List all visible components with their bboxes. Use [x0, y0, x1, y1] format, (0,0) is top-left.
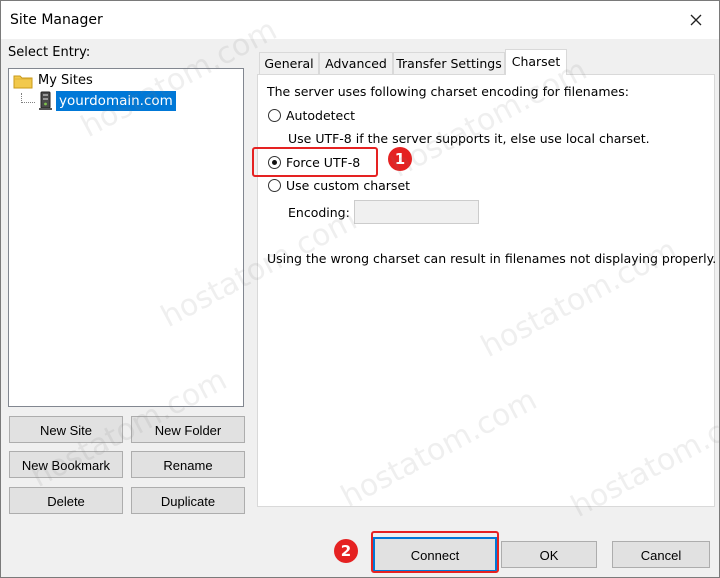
- select-entry-label: Select Entry:: [8, 45, 91, 60]
- charset-warning-text: Using the wrong charset can result in fi…: [267, 251, 717, 266]
- encoding-label: Encoding:: [288, 205, 350, 220]
- title-bar: Site Manager: [1, 1, 719, 39]
- tree-connector: [21, 102, 35, 103]
- tab-general[interactable]: General: [259, 52, 319, 74]
- tab-advanced[interactable]: Advanced: [319, 52, 393, 74]
- new-bookmark-button[interactable]: New Bookmark: [9, 451, 123, 478]
- highlight-connect: [371, 531, 499, 573]
- custom-charset-label[interactable]: Use custom charset: [286, 178, 410, 193]
- duplicate-button[interactable]: Duplicate: [131, 487, 245, 514]
- new-folder-button[interactable]: New Folder: [131, 416, 245, 443]
- step-marker-1: 1: [388, 147, 412, 171]
- custom-charset-radio[interactable]: [268, 179, 281, 192]
- autodetect-description: Use UTF-8 if the server supports it, els…: [288, 131, 650, 146]
- tab-charset[interactable]: Charset: [505, 49, 567, 75]
- close-icon: [690, 14, 702, 26]
- new-site-button[interactable]: New Site: [9, 416, 123, 443]
- autodetect-radio[interactable]: [268, 109, 281, 122]
- encoding-field[interactable]: [354, 200, 479, 224]
- cancel-button[interactable]: Cancel: [612, 541, 710, 568]
- autodetect-label[interactable]: Autodetect: [286, 108, 355, 123]
- site-tree[interactable]: My Sites yourdomain.com: [8, 68, 244, 407]
- step-marker-2: 2: [334, 539, 358, 563]
- tab-transfer-settings[interactable]: Transfer Settings: [393, 52, 505, 74]
- site-manager-window: Site Manager Select Entry: My Sites your…: [0, 0, 720, 578]
- delete-button[interactable]: Delete: [9, 487, 123, 514]
- tree-site-item[interactable]: yourdomain.com: [56, 91, 176, 111]
- charset-intro-text: The server uses following charset encodi…: [267, 84, 629, 99]
- tree-root-my-sites[interactable]: My Sites: [38, 73, 93, 88]
- server-icon: [39, 91, 52, 110]
- close-button[interactable]: [679, 6, 713, 34]
- window-title: Site Manager: [10, 12, 103, 28]
- folder-icon: [13, 75, 33, 89]
- highlight-force-utf8: [252, 147, 378, 177]
- rename-button[interactable]: Rename: [131, 451, 245, 478]
- ok-button[interactable]: OK: [501, 541, 597, 568]
